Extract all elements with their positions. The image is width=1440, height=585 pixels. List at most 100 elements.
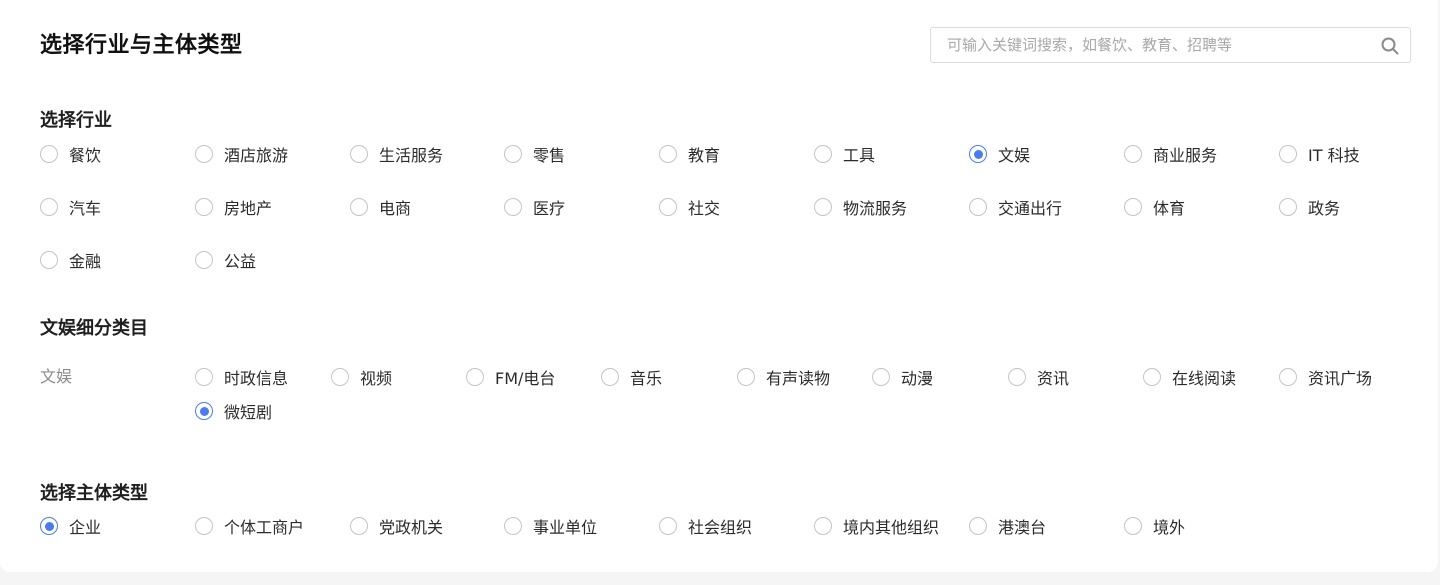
radio-button[interactable]	[504, 145, 522, 163]
radio-button[interactable]	[659, 145, 677, 163]
industry-option[interactable]: 电商	[350, 194, 411, 220]
radio-button[interactable]	[1143, 368, 1161, 386]
subcategory-option-selected[interactable]: 微短剧	[195, 398, 272, 424]
industry-option[interactable]: 酒店旅游	[195, 141, 288, 167]
search-icon[interactable]	[1380, 36, 1400, 56]
entity-option[interactable]: 社会组织	[659, 513, 752, 539]
radio-button-checked[interactable]	[40, 517, 58, 535]
subcategory-option[interactable]: 有声读物	[737, 364, 830, 390]
industry-option[interactable]: 医疗	[504, 194, 565, 220]
industry-option[interactable]: 金融	[40, 247, 101, 273]
industry-option[interactable]: 餐饮	[40, 141, 101, 167]
industry-option-label: 社交	[688, 199, 721, 218]
radio-button[interactable]	[969, 517, 987, 535]
subcategory-option-label: 音乐	[630, 369, 663, 388]
industry-option[interactable]: 政务	[1279, 194, 1340, 220]
industry-option[interactable]: 交通出行	[969, 194, 1062, 220]
industry-option[interactable]: IT 科技	[1279, 141, 1360, 167]
industry-option[interactable]: 公益	[195, 247, 256, 273]
radio-button[interactable]	[195, 368, 213, 386]
industry-option-label: 工具	[843, 146, 876, 165]
industry-option[interactable]: 房地产	[195, 194, 272, 220]
radio-button[interactable]	[195, 251, 213, 269]
radio-button[interactable]	[1124, 145, 1142, 163]
entity-option-selected[interactable]: 企业	[40, 513, 101, 539]
radio-button[interactable]	[737, 368, 755, 386]
radio-button-checked[interactable]	[195, 402, 213, 420]
subcategory-option[interactable]: 动漫	[872, 364, 933, 390]
subcategory-option-label: 视频	[360, 369, 393, 388]
radio-button[interactable]	[872, 368, 890, 386]
subcategory-row-label: 文娱	[40, 367, 73, 386]
subcategory-option[interactable]: 音乐	[601, 364, 662, 390]
industry-option[interactable]: 零售	[504, 141, 565, 167]
subcategory-option-label: FM/电台	[495, 369, 556, 388]
entity-option[interactable]: 个体工商户	[195, 513, 304, 539]
search-box[interactable]	[930, 27, 1411, 63]
subcategory-option[interactable]: 视频	[331, 364, 392, 390]
entity-option-label: 党政机关	[379, 518, 444, 537]
entity-option[interactable]: 党政机关	[350, 513, 443, 539]
radio-button[interactable]	[195, 517, 213, 535]
industry-option[interactable]: 商业服务	[1124, 141, 1217, 167]
industry-option-label: IT 科技	[1308, 146, 1360, 165]
radio-button[interactable]	[40, 145, 58, 163]
radio-button[interactable]	[466, 368, 484, 386]
radio-button[interactable]	[1279, 145, 1297, 163]
radio-button[interactable]	[40, 251, 58, 269]
radio-button[interactable]	[1279, 198, 1297, 216]
radio-button[interactable]	[331, 368, 349, 386]
industry-option[interactable]: 体育	[1124, 194, 1185, 220]
subcategory-option-label: 动漫	[901, 369, 934, 388]
radio-button[interactable]	[40, 198, 58, 216]
radio-button[interactable]	[504, 517, 522, 535]
entity-option-label: 港澳台	[998, 518, 1047, 537]
industry-option[interactable]: 工具	[814, 141, 875, 167]
industry-section-title: 选择行业	[40, 110, 112, 131]
radio-button[interactable]	[659, 517, 677, 535]
industry-option-label: 公益	[224, 252, 257, 271]
radio-button[interactable]	[350, 517, 368, 535]
subcategory-option[interactable]: 在线阅读	[1143, 364, 1236, 390]
industry-option-selected[interactable]: 文娱	[969, 141, 1030, 167]
radio-button[interactable]	[195, 145, 213, 163]
radio-button[interactable]	[969, 198, 987, 216]
radio-button[interactable]	[1124, 198, 1142, 216]
subcategory-option[interactable]: 资讯广场	[1279, 364, 1372, 390]
radio-button[interactable]	[350, 145, 368, 163]
subcategory-option[interactable]: 时政信息	[195, 364, 288, 390]
radio-button[interactable]	[814, 145, 832, 163]
industry-option[interactable]: 汽车	[40, 194, 101, 220]
radio-button[interactable]	[814, 517, 832, 535]
industry-option-label: 电商	[379, 199, 412, 218]
radio-button[interactable]	[1279, 368, 1297, 386]
radio-button[interactable]	[659, 198, 677, 216]
industry-option-label: 房地产	[224, 199, 273, 218]
page-title: 选择行业与主体类型	[40, 33, 243, 58]
entity-option[interactable]: 港澳台	[969, 513, 1046, 539]
industry-option-label: 餐饮	[69, 146, 102, 165]
industry-option[interactable]: 生活服务	[350, 141, 443, 167]
subcategory-option[interactable]: FM/电台	[466, 364, 555, 390]
search-input[interactable]	[931, 28, 1387, 62]
industry-option-label: 生活服务	[379, 146, 444, 165]
subcategory-option-label: 有声读物	[766, 369, 831, 388]
radio-button[interactable]	[1008, 368, 1026, 386]
subcategory-option[interactable]: 资讯	[1008, 364, 1069, 390]
entity-option[interactable]: 境外	[1124, 513, 1185, 539]
radio-button[interactable]	[601, 368, 619, 386]
radio-button[interactable]	[195, 198, 213, 216]
industry-option[interactable]: 社交	[659, 194, 720, 220]
entity-option-label: 境外	[1153, 518, 1186, 537]
entity-option[interactable]: 境内其他组织	[814, 513, 939, 539]
radio-button[interactable]	[504, 198, 522, 216]
industry-option-label: 政务	[1308, 199, 1341, 218]
industry-option[interactable]: 教育	[659, 141, 720, 167]
radio-button[interactable]	[814, 198, 832, 216]
radio-button[interactable]	[1124, 517, 1142, 535]
industry-option-label: 文娱	[998, 146, 1031, 165]
radio-button[interactable]	[350, 198, 368, 216]
radio-button-checked[interactable]	[969, 145, 987, 163]
entity-option[interactable]: 事业单位	[504, 513, 597, 539]
industry-option[interactable]: 物流服务	[814, 194, 907, 220]
